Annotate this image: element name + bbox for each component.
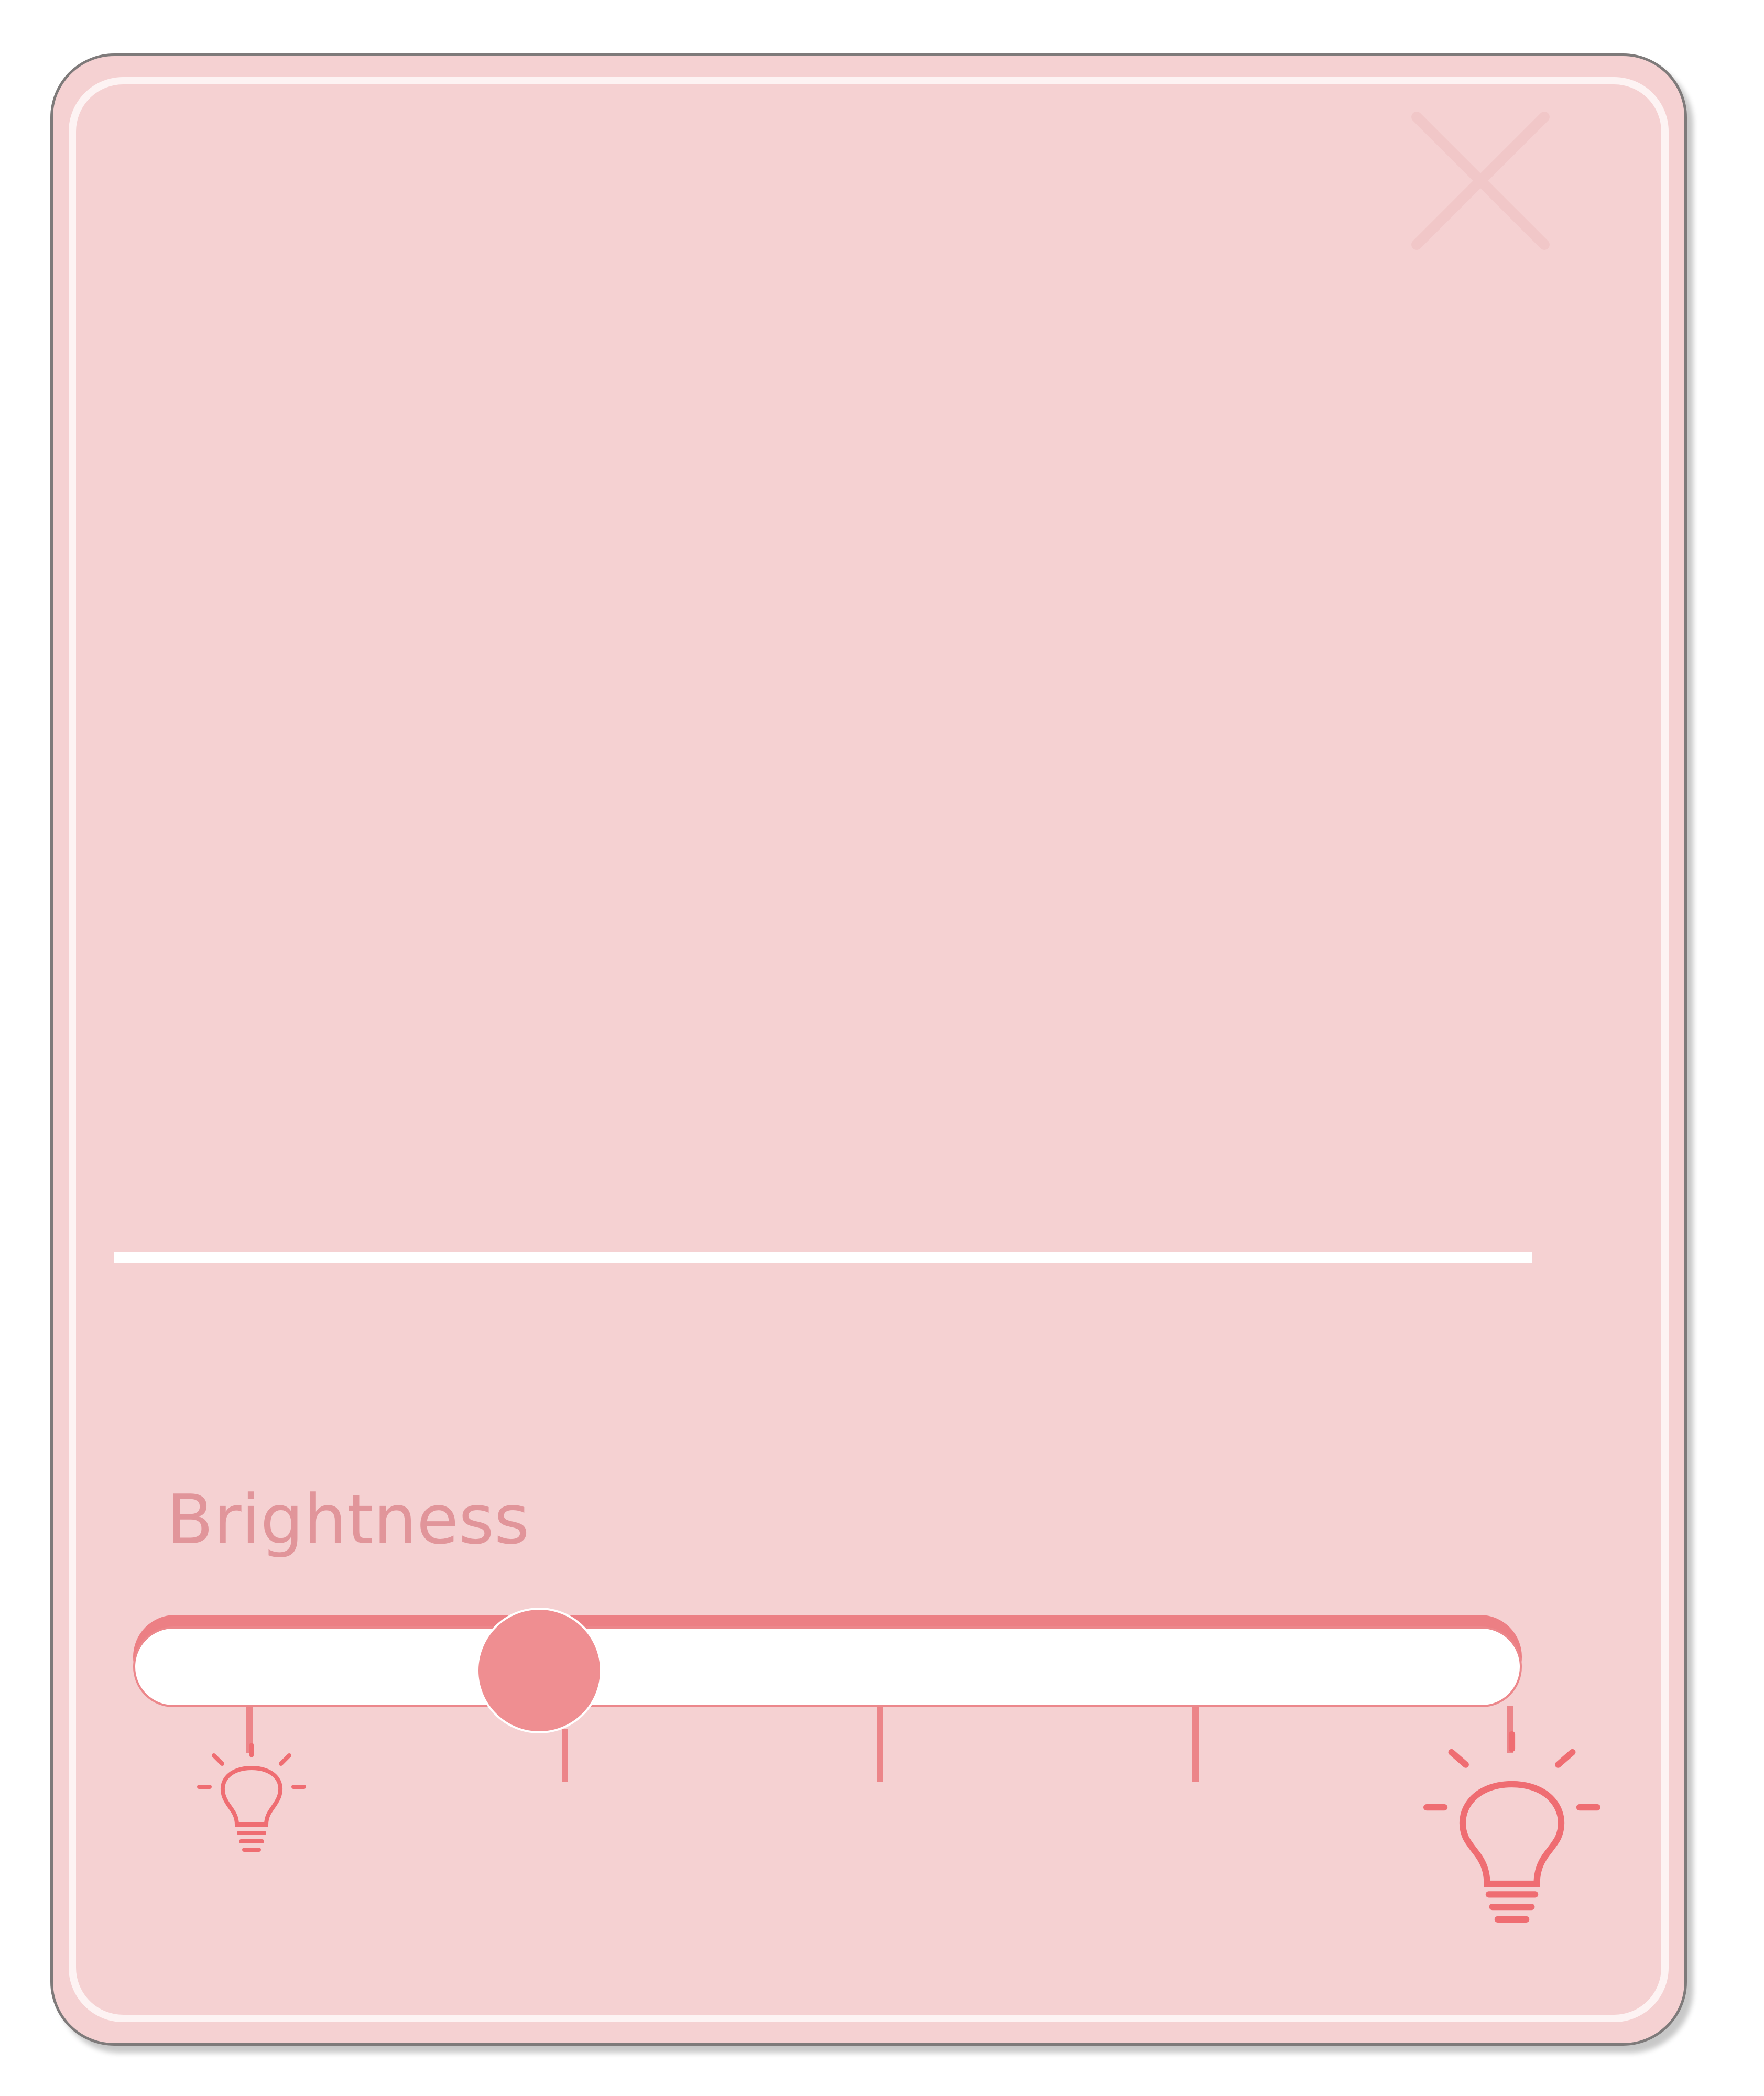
section-divider (114, 1252, 1532, 1263)
close-button[interactable] (1404, 105, 1556, 257)
slider-tick (1192, 1707, 1199, 1782)
brightness-label: Brightness (167, 1480, 530, 1559)
slider-tick (561, 1729, 568, 1782)
panel-inner-frame (69, 77, 1669, 2022)
brightness-slider[interactable] (133, 1608, 1522, 1733)
slider-track[interactable] (133, 1626, 1522, 1707)
slider-thumb[interactable] (476, 1608, 603, 1733)
close-icon (1411, 112, 1550, 250)
slider-tick (877, 1707, 883, 1782)
lightbulb-dim-icon (197, 1743, 306, 1852)
lightbulb-bright-icon (1423, 1731, 1600, 1923)
